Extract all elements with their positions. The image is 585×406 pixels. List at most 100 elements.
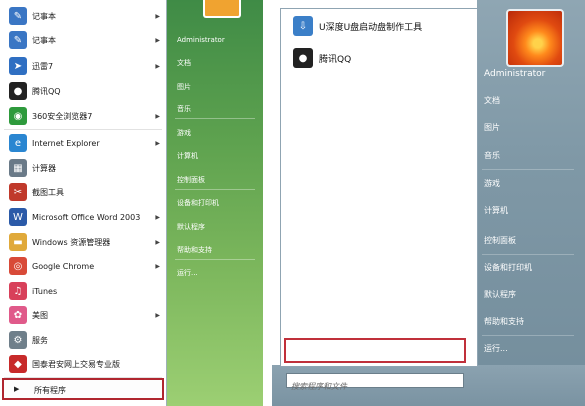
itunes-icon: ♫	[9, 282, 27, 300]
separator	[175, 118, 255, 119]
right-pane-link[interactable]: 音乐	[484, 150, 500, 161]
program-label: Microsoft Office Word 2003	[32, 212, 141, 222]
highlight-box	[284, 338, 466, 363]
separator	[482, 254, 574, 255]
right-pane-link[interactable]: 游戏	[177, 128, 191, 138]
right-pane-link[interactable]: 设备和打印机	[484, 262, 532, 273]
right-pane-link[interactable]: 文档	[177, 58, 191, 68]
program-label: Windows 资源管理器	[32, 237, 111, 247]
snipping-tool-icon: ✂	[9, 183, 27, 201]
submenu-arrow-icon: ▶	[155, 213, 160, 221]
right-pane-link[interactable]: 图片	[484, 122, 500, 133]
program-label: Google Chrome	[32, 261, 95, 271]
program-label: 美图	[32, 310, 48, 320]
program-label: 国泰君安网上交易专业版	[32, 359, 120, 369]
services-gear-icon: ⚙	[9, 331, 27, 349]
submenu-arrow-icon: ▶	[155, 112, 160, 120]
all-programs-label: 所有程序	[34, 386, 66, 395]
explorer-folder-icon: ▬	[9, 233, 27, 251]
360-browser-icon: ◉	[9, 107, 27, 125]
right-pane-link[interactable]: 游戏	[484, 178, 500, 189]
program-item[interactable]: ● 腾讯QQ	[0, 79, 166, 103]
program-item[interactable]: ◎ Google Chrome ▶	[0, 254, 166, 278]
thunder-icon: ➤	[9, 57, 27, 75]
right-pane-link[interactable]: 默认程序	[177, 222, 205, 232]
meitu-icon: ✿	[9, 306, 27, 324]
search-input[interactable]	[287, 380, 463, 393]
start-menu-right: ⇩ U深度U盘启动盘制作工具 ● 腾讯QQ Administrator 文档图片音乐游戏…	[272, 0, 585, 406]
left-programs-list: ✎ 记事本 ▶ ✎ 记事本 ▶ ➤ 迅雷7 ▶ ● 腾讯QQ ◉ 360安全浏览器7 ▶ e Internet…	[0, 0, 167, 406]
user-picture-icon[interactable]	[203, 0, 241, 18]
notepad-icon: ✎	[9, 7, 27, 25]
program-item[interactable]: W Microsoft Office Word 2003 ▶	[0, 205, 166, 229]
program-item[interactable]: ✂ 截图工具	[0, 180, 166, 204]
program-item[interactable]: ▬ Windows 资源管理器 ▶	[0, 230, 166, 254]
chrome-icon: ◎	[9, 257, 27, 275]
search-box[interactable]	[286, 373, 464, 393]
submenu-arrow-icon: ▶	[155, 62, 160, 70]
qq-penguin-icon: ●	[293, 48, 313, 68]
program-item[interactable]: ✎ 记事本 ▶	[0, 4, 166, 28]
program-item[interactable]: ● 腾讯QQ	[289, 44, 475, 72]
submenu-arrow-icon: ▶	[155, 238, 160, 246]
submenu-arrow-icon: ▶	[155, 12, 160, 20]
user-name-link[interactable]: Administrator	[484, 69, 545, 79]
separator	[175, 189, 255, 190]
program-item[interactable]: ✎ 记事本 ▶	[0, 28, 166, 52]
program-label: 迅雷7	[32, 61, 54, 71]
program-label: 腾讯QQ	[32, 86, 61, 96]
separator	[4, 129, 162, 130]
program-item[interactable]: ✿ 美图 ▶	[0, 303, 166, 327]
program-label: iTunes	[32, 286, 58, 296]
right-pane-link[interactable]: 音乐	[177, 104, 191, 114]
start-menu-left: ✎ 记事本 ▶ ✎ 记事本 ▶ ➤ 迅雷7 ▶ ● 腾讯QQ ◉ 360安全浏览器7 ▶ e Internet…	[0, 0, 263, 406]
program-item[interactable]: ⚙ 服务	[0, 328, 166, 352]
program-item[interactable]: ▦ 计算器	[0, 156, 166, 180]
right-pane-link[interactable]: 控制面板	[177, 175, 205, 185]
qq-penguin-icon: ●	[9, 82, 27, 100]
right-pane-link[interactable]: 图片	[177, 82, 191, 92]
program-label: 服务	[32, 335, 48, 345]
program-label: Internet Explorer	[32, 138, 100, 148]
calculator-icon: ▦	[9, 159, 27, 177]
all-programs-arrow-icon: ▶	[14, 385, 20, 393]
program-label: U深度U盘启动盘制作工具	[319, 22, 423, 33]
program-item[interactable]: ◉ 360安全浏览器7 ▶	[0, 104, 166, 128]
separator	[175, 259, 255, 260]
right-pane-link[interactable]: 计算机	[177, 151, 198, 161]
submenu-arrow-icon: ▶	[155, 262, 160, 270]
program-item[interactable]: ⇩ U深度U盘启动盘制作工具	[289, 12, 475, 40]
right-pane-link[interactable]: 帮助和支持	[177, 245, 212, 255]
right-pane-link[interactable]: 计算机	[484, 205, 508, 216]
program-item[interactable]: e Internet Explorer ▶	[0, 131, 166, 155]
notepad-icon: ✎	[9, 31, 27, 49]
left-right-pane: Administrator 文档图片音乐游戏计算机控制面板设备和打印机 默认程序帮助…	[167, 0, 263, 406]
right-pane-link[interactable]: 文档	[484, 95, 500, 106]
separator	[482, 169, 574, 170]
right-pane-link[interactable]: 运行...	[177, 268, 198, 278]
program-label: 记事本	[32, 35, 56, 45]
program-item[interactable]: ♫ iTunes	[0, 279, 166, 303]
right-pane-link[interactable]: 运行...	[484, 343, 508, 354]
submenu-arrow-icon: ▶	[155, 36, 160, 44]
ie-icon: e	[9, 134, 27, 152]
program-label: 360安全浏览器7	[32, 111, 93, 121]
user-avatar-icon[interactable]	[506, 9, 564, 67]
right-programs-list: ⇩ U深度U盘启动盘制作工具 ● 腾讯QQ	[280, 8, 478, 367]
program-label: 腾讯QQ	[319, 54, 352, 65]
user-name-link[interactable]: Administrator	[177, 36, 225, 44]
usb-drive-icon: ⇩	[293, 16, 313, 36]
right-pane-link[interactable]: 默认程序	[484, 289, 516, 300]
right-pane-link[interactable]: 控制面板	[484, 235, 516, 246]
program-item[interactable]: ➤ 迅雷7 ▶	[0, 54, 166, 78]
separator	[482, 335, 574, 336]
all-programs-button[interactable]: ▶ 所有程序	[2, 378, 164, 400]
submenu-arrow-icon: ▶	[155, 311, 160, 319]
right-pane-link[interactable]: 设备和打印机	[177, 198, 219, 208]
program-label: 计算器	[32, 163, 56, 173]
program-label: 截图工具	[32, 187, 64, 197]
word-icon: W	[9, 208, 27, 226]
program-item[interactable]: ◆ 国泰君安网上交易专业版	[0, 352, 166, 376]
right-pane-link[interactable]: 帮助和支持	[484, 316, 524, 327]
program-label: 记事本	[32, 11, 56, 21]
